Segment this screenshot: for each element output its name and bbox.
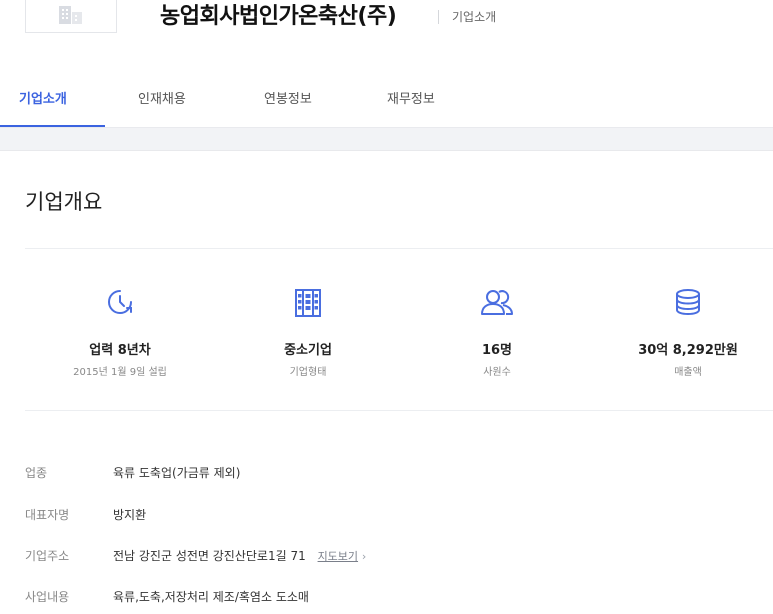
building-placeholder-icon <box>59 6 82 24</box>
coins-icon <box>676 289 700 316</box>
stat-value: 16명 <box>481 343 513 358</box>
stat-revenue: 30억 8,292만원 매출액 <box>593 284 773 380</box>
info-key: 사업내용 <box>25 590 70 604</box>
info-key: 기업주소 <box>25 549 70 563</box>
info-value: 전남 강진군 성전면 강진산단로1길 71 <box>113 549 306 563</box>
info-value: 방지환 <box>113 508 147 522</box>
tab-bar: 기업소개 인재채용 연봉정보 재무정보 <box>0 84 773 128</box>
divider <box>25 410 773 411</box>
tab-financial-info[interactable]: 재무정보 <box>387 90 435 110</box>
title-divider <box>438 10 439 24</box>
page-subtitle: 기업소개 <box>452 10 497 24</box>
stat-employees: 16명 사원수 <box>402 284 592 380</box>
info-value: 육류,도축,저장처리 제조/혹염소 도소매 <box>113 590 309 604</box>
tab-recruitment[interactable]: 인재채용 <box>138 90 186 110</box>
company-name: 농업회사법인가온축산(주) <box>160 4 397 29</box>
info-value: 육류 도축업(가금류 제외) <box>113 466 241 480</box>
divider <box>25 248 773 249</box>
stat-company-type: 중소기업 기업형태 <box>213 284 403 380</box>
stat-label: 기업형태 <box>289 367 327 378</box>
company-logo-placeholder <box>25 0 117 33</box>
section-separator-band <box>0 128 773 151</box>
stat-value: 30억 8,292만원 <box>638 343 738 358</box>
tab-company-intro[interactable]: 기업소개 <box>19 90 67 110</box>
people-icon <box>481 290 513 315</box>
chevron-right-icon: › <box>361 550 367 563</box>
stat-value: 중소기업 <box>284 343 332 358</box>
tab-salary-info[interactable]: 연봉정보 <box>264 90 312 110</box>
stat-label: 매출액 <box>674 367 702 378</box>
stat-label: 2015년 1월 9일 설립 <box>73 367 167 378</box>
info-key: 업종 <box>25 466 48 480</box>
building-icon <box>295 289 321 317</box>
info-key: 대표자명 <box>25 508 70 522</box>
clock-icon <box>108 290 132 314</box>
stat-value: 업력 8년차 <box>89 343 151 358</box>
section-title: 기업개요 <box>25 190 103 214</box>
stat-company-age: 업력 8년차 2015년 1월 9일 설립 <box>25 284 215 380</box>
stat-label: 사원수 <box>483 367 511 378</box>
view-map-link[interactable]: 지도보기 <box>318 550 358 563</box>
